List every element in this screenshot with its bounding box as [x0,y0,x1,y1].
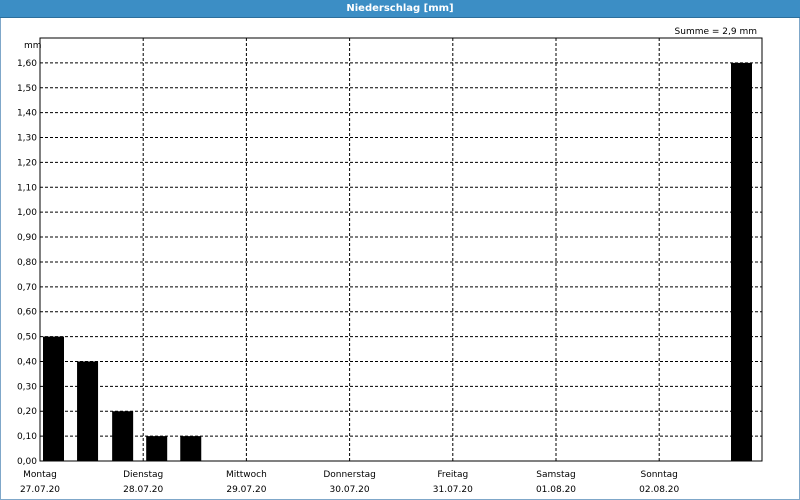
y-tick-label: 0,20 [17,407,37,417]
x-tick-day: Montag [23,470,57,480]
x-tick-date: 01.08.20 [536,485,576,495]
summary-label: Summe = 2,9 mm [675,27,757,37]
y-tick-label: 0,10 [17,432,37,442]
x-tick-date: 31.07.20 [433,485,473,495]
y-tick-label: 1,00 [17,208,37,218]
precipitation-bar [180,436,202,461]
x-tick-day: Samstag [536,470,575,480]
precipitation-bar [731,62,752,461]
x-tick-day: Dienstag [123,470,163,480]
precipitation-bar [112,411,134,461]
y-tick-label: 0,80 [17,258,37,268]
y-tick-label: 1,60 [17,59,37,69]
x-tick-day: Sonntag [641,470,678,480]
y-tick-label: 0,60 [17,308,37,318]
plot-area-border [39,37,763,462]
x-tick-day: Mittwoch [226,470,267,480]
precipitation-bar [77,361,99,461]
precipitation-bar [43,336,64,461]
x-tick-date: 30.07.20 [330,485,370,495]
x-tick-date: 29.07.20 [226,485,266,495]
precipitation-bar [146,436,168,461]
x-tick-date: 28.07.20 [123,485,163,495]
y-tick-label: 1,40 [17,109,37,119]
y-tick-label: 0,50 [17,333,37,343]
grid-layer [40,38,762,461]
x-tick-date: 27.07.20 [20,485,60,495]
y-axis-unit: mm [24,41,42,51]
y-tick-label: 0,40 [17,357,37,367]
x-tick-date: 02.08.20 [639,485,679,495]
y-tick-labels: 0,00 0,10 0,20 0,30 0,40 0,50 0,60 0,70 0,80 0,90… [17,59,37,467]
y-tick-label: 1,30 [17,134,37,144]
x-tick-labels: Montag 27.07.20 Dienstag 28.07.20 Mittwoch 29… [20,470,680,495]
y-tick-label: 1,20 [17,158,37,168]
y-tick-label: 1,10 [17,183,37,193]
y-tick-label: 1,50 [17,84,37,94]
y-tick-label: 0,00 [17,457,37,467]
x-tick-day: Freitag [437,470,468,480]
x-tick-day: Donnerstag [323,470,376,480]
y-tick-label: 0,70 [17,283,37,293]
y-tick-label: 0,30 [17,382,37,392]
precipitation-chart: Summe = 2,9 mm mm 0,000,100,200,300,400,… [17,27,763,495]
y-tick-label: 0,90 [17,233,37,243]
